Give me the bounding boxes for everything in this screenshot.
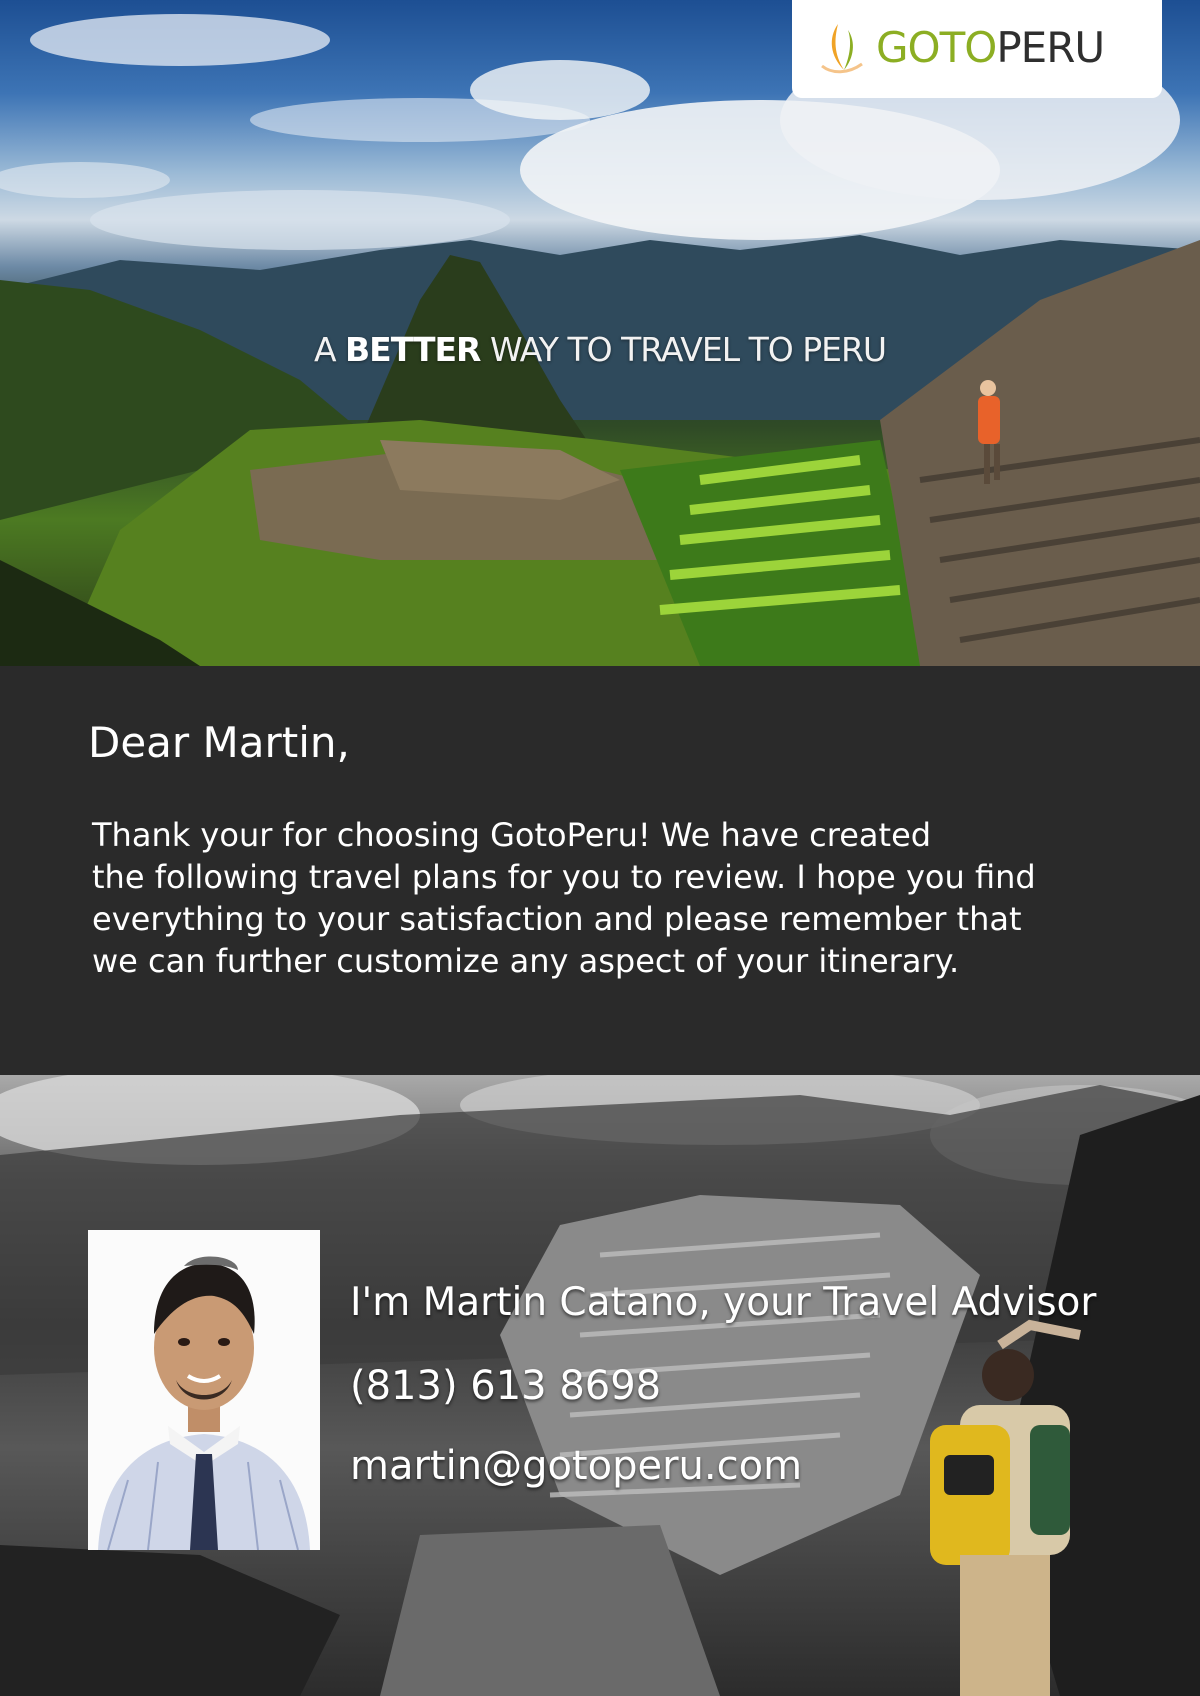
advisor-phone[interactable]: (813) 613 8698 xyxy=(350,1363,661,1409)
logo-leaf-icon xyxy=(821,24,863,74)
logo-goto: GOTO xyxy=(876,23,997,72)
tagline-pre: A xyxy=(313,330,346,369)
hero-tagline: A BETTER WAY TO TRAVEL TO PERU xyxy=(0,330,1200,369)
letter-body-line: everything to your satisfaction and plea… xyxy=(92,900,1022,938)
letter-body-line: Thank your for choosing GotoPeru! We hav… xyxy=(92,816,932,854)
advisor-portrait xyxy=(88,1230,320,1550)
letter-body-line: the following travel plans for you to re… xyxy=(92,858,1036,896)
email-page: GOTOPERU A BETTER WAY TO TRAVEL TO PERU … xyxy=(0,0,1200,1696)
letter-body-line: we can further customize any aspect of y… xyxy=(92,942,960,980)
letter-body: Thank your for choosing GotoPeru! We hav… xyxy=(92,814,1142,982)
hero-banner: GOTOPERU A BETTER WAY TO TRAVEL TO PERU xyxy=(0,0,1200,666)
advisor-section: I'm Martin Catano, your Travel Advisor (… xyxy=(0,1075,1200,1696)
logo-peru: PERU xyxy=(996,23,1105,72)
greeting: Dear Martin, xyxy=(88,718,350,767)
advisor-intro: I'm Martin Catano, your Travel Advisor xyxy=(350,1280,1097,1325)
tagline-post: WAY TO TRAVEL TO PERU xyxy=(480,330,887,369)
logo-wordmark: GOTOPERU xyxy=(876,20,1105,76)
letter-section: Dear Martin, Thank your for choosing Got… xyxy=(0,666,1200,1075)
advisor-photo xyxy=(88,1230,320,1550)
tagline-bold: BETTER xyxy=(345,330,481,369)
gotoperu-logo[interactable]: GOTOPERU xyxy=(792,0,1162,98)
advisor-email[interactable]: martin@gotoperu.com xyxy=(350,1443,802,1489)
